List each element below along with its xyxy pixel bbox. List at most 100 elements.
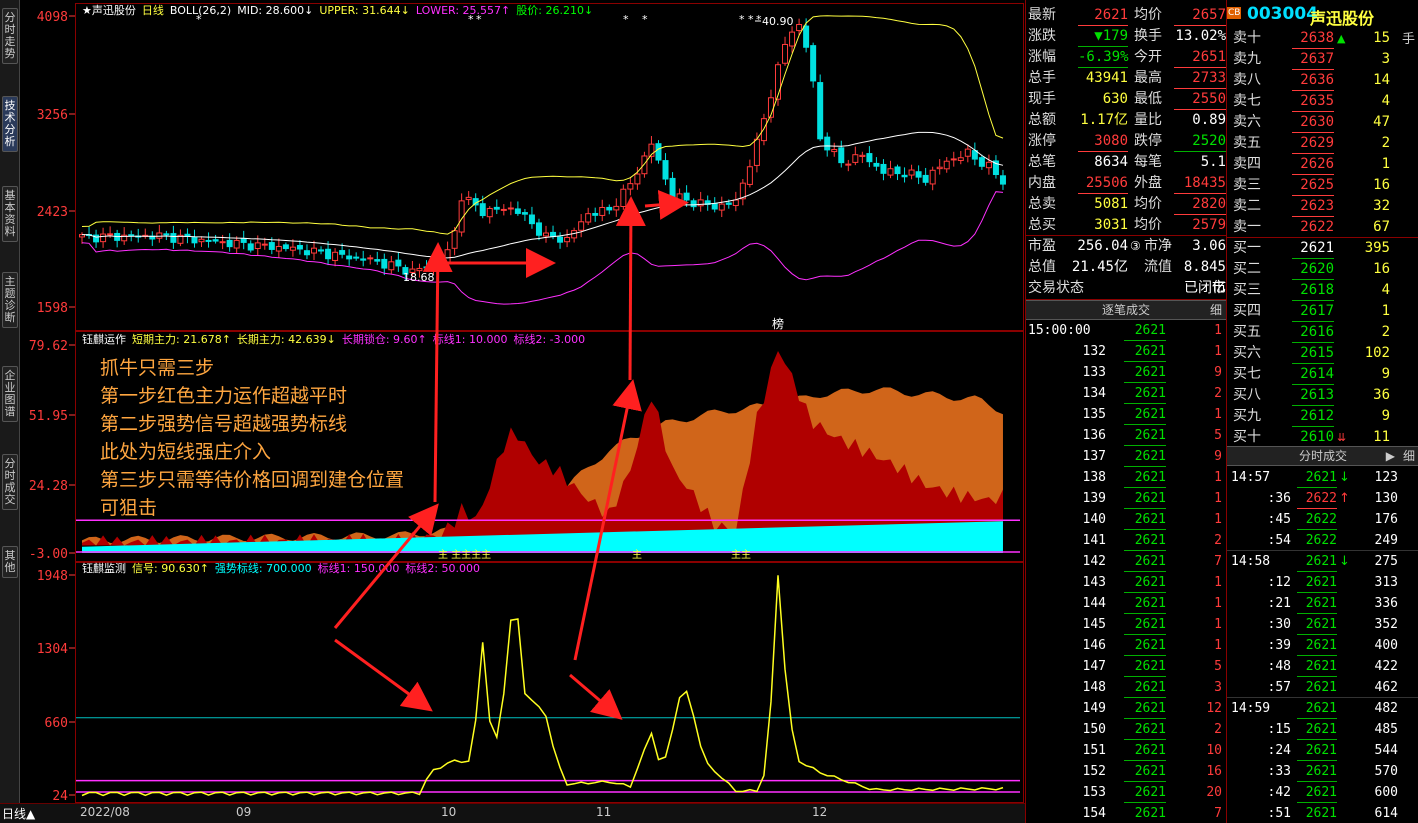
stat-value: 43941	[1085, 70, 1128, 86]
buy-level-price[interactable]: 2610	[1292, 427, 1334, 448]
minute-volume: 130	[1374, 491, 1398, 506]
buy-level-price[interactable]: 2617	[1292, 301, 1334, 322]
axis-tick-label: 51.95	[29, 409, 68, 424]
stat-value: 2579	[1174, 215, 1226, 236]
candle-body	[374, 259, 381, 262]
detail-button[interactable]: 细	[1210, 301, 1222, 319]
minute-time: :21	[1267, 596, 1291, 611]
candle-body	[915, 171, 922, 178]
minute-time: :12	[1267, 575, 1291, 590]
candle-body	[627, 183, 634, 190]
buy-level-price[interactable]: 2621	[1292, 238, 1334, 259]
buy-level-price[interactable]: 2618	[1292, 280, 1334, 301]
sell-level-price[interactable]: 2626	[1292, 154, 1334, 175]
tick-price: 2621	[1124, 656, 1166, 677]
side-tab[interactable]: 技术分析	[2, 96, 18, 152]
candle-body	[634, 173, 641, 185]
tick-price: 2621	[1124, 446, 1166, 467]
tick-volume: 2	[1214, 722, 1222, 737]
sell-level-label: 卖八	[1233, 72, 1261, 88]
sell-level-price[interactable]: 2635	[1292, 91, 1334, 112]
candle-body	[852, 154, 859, 163]
buy-level-price[interactable]: 2613	[1292, 385, 1334, 406]
sell-level-price[interactable]: 2625	[1292, 175, 1334, 196]
tick-volume: 1	[1214, 512, 1222, 527]
minute-price: 2621	[1297, 551, 1337, 572]
candles	[79, 18, 1006, 281]
axis-tick-label: 24	[52, 789, 68, 804]
stat-value: 2520	[1174, 131, 1226, 152]
candle-body	[388, 261, 395, 271]
tick-time: 145	[1082, 617, 1106, 632]
sell-level-price[interactable]: 2637	[1292, 49, 1334, 70]
candle-body	[219, 241, 226, 244]
buy-level-price[interactable]: 2615	[1292, 343, 1334, 364]
annotation-line: 此处为短线强庄介入	[100, 441, 272, 463]
indicator2-name: 钰麒监测	[82, 561, 126, 575]
candle-body	[479, 203, 486, 217]
sell-level-price[interactable]: 2623	[1292, 196, 1334, 217]
candle-body	[514, 208, 521, 214]
candle-body	[782, 43, 789, 64]
tick-price: 2621	[1124, 467, 1166, 488]
candle-body	[964, 148, 971, 157]
tick-volume: 5	[1214, 428, 1222, 443]
up-arrow-icon: ▲	[1337, 32, 1346, 45]
tick-volume: 1	[1214, 407, 1222, 422]
stat-label: 总笔	[1028, 154, 1056, 170]
buy-level-price[interactable]: 2612	[1292, 406, 1334, 427]
sell-level-price[interactable]: 2630	[1292, 112, 1334, 133]
annotation-line: 第二步强势信号超越强势标线	[100, 413, 348, 435]
side-tab[interactable]: 分时走势	[2, 8, 18, 64]
buy-level-label: 买十	[1233, 429, 1261, 445]
minute-volume: 544	[1374, 743, 1398, 758]
sell-level-price[interactable]: 2636	[1292, 70, 1334, 91]
tick-price: 2621	[1124, 677, 1166, 698]
stat-value: 1.17亿	[1080, 112, 1128, 128]
minute-time: :36	[1267, 491, 1291, 506]
buy-level-price[interactable]: 2616	[1292, 322, 1334, 343]
next-icon[interactable]: ▶	[1386, 447, 1395, 465]
side-tab[interactable]: 主题诊断	[2, 272, 18, 328]
axis-tick-label: 3256	[37, 108, 68, 123]
up-arrow-icon: ↑	[1339, 491, 1350, 506]
buy-level-price[interactable]: 2620	[1292, 259, 1334, 280]
minute-panel-header[interactable]: 分时成交 ▶ 细	[1227, 446, 1418, 466]
candle-body	[831, 149, 838, 153]
tick-time: 136	[1082, 428, 1106, 443]
period-selector[interactable]: 日线▲	[2, 805, 35, 822]
tick-panel-header[interactable]: 逐笔成交 细	[1026, 300, 1226, 320]
candle-body	[100, 233, 107, 243]
buy-level-price[interactable]: 2614	[1292, 364, 1334, 385]
buy-level-volume: 4	[1381, 282, 1390, 298]
side-tab[interactable]: 企业图谱	[2, 366, 18, 422]
candle-body	[725, 202, 732, 205]
period-label: 日线	[142, 3, 164, 17]
stat-label: 涨幅	[1028, 49, 1056, 65]
tick-price: 2621	[1124, 740, 1166, 761]
buy-level-label: 买六	[1233, 345, 1261, 361]
minute-time: :48	[1267, 659, 1291, 674]
annotation-line: 抓牛只需三步	[100, 357, 215, 379]
candle-body	[303, 250, 310, 256]
axis-tick-label: 79.62	[29, 339, 68, 354]
stat-label: 均价	[1134, 196, 1162, 212]
sell-level-price[interactable]: 2622	[1292, 217, 1334, 238]
sell-level-price[interactable]: 2638	[1292, 28, 1334, 49]
stat-value: -6.39%	[1078, 47, 1129, 68]
axis-tick-label: 2423	[37, 205, 68, 220]
candle-body	[669, 177, 676, 200]
side-tab[interactable]: 其他	[2, 546, 18, 578]
stat-value: 2651	[1174, 47, 1226, 68]
buy-level-volume: 9	[1381, 366, 1390, 382]
tick-volume: 1	[1214, 470, 1222, 485]
tick-volume: 1	[1214, 491, 1222, 506]
detail-button[interactable]: 细	[1403, 447, 1415, 465]
side-tab[interactable]: 分时成交	[2, 454, 18, 510]
boll-mid-line	[81, 131, 1004, 259]
side-tab[interactable]: 基本资料	[2, 186, 18, 242]
stat-label: 内盘	[1028, 175, 1056, 191]
buy-level-volume: 9	[1381, 408, 1390, 424]
sell-level-price[interactable]: 2629	[1292, 133, 1334, 154]
candle-body	[585, 213, 592, 223]
